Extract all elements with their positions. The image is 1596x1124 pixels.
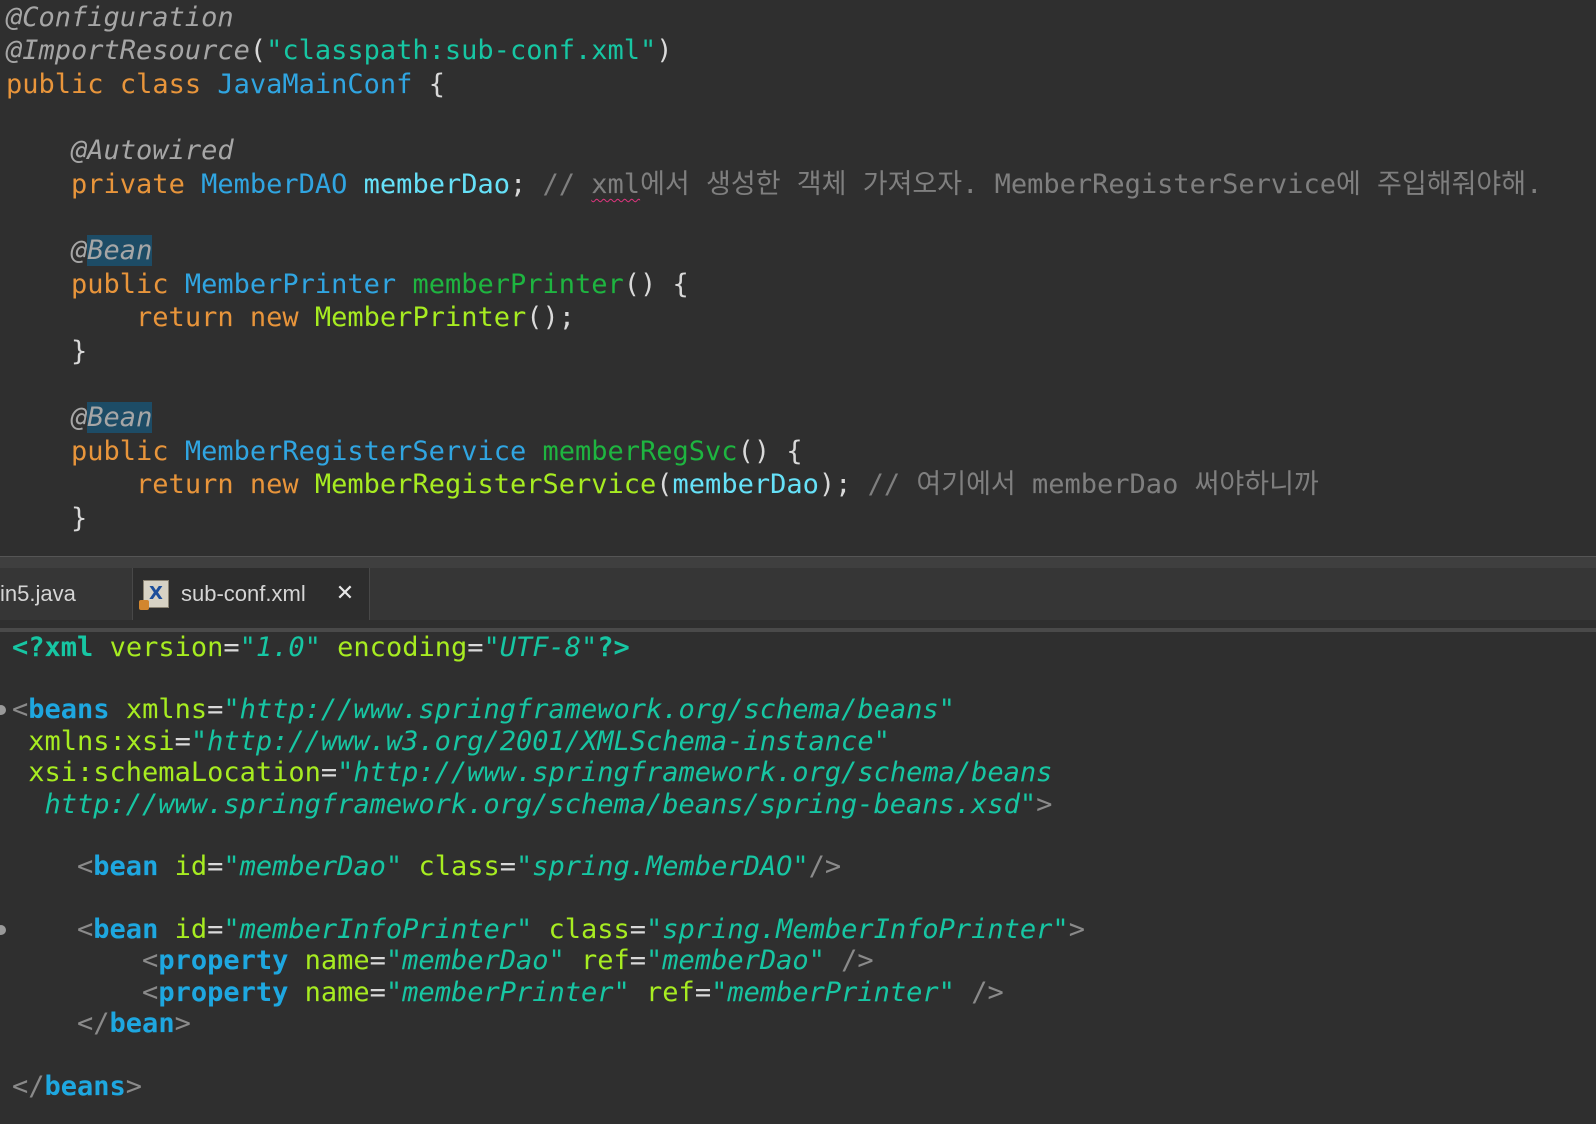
close-icon[interactable]: ✕ (333, 582, 357, 606)
code-line: <property name="memberPrinter" ref="memb… (142, 977, 1004, 1008)
spelling-squiggle: xml (591, 169, 641, 200)
tab-sub-conf-xml[interactable]: X sub-conf.xml ✕ (132, 568, 370, 620)
code-line: private MemberDAO memberDao; // xml에서 생성… (71, 169, 1543, 200)
code-line: public MemberRegisterService memberRegSv… (71, 436, 803, 467)
xml-file-icon: X (139, 580, 169, 610)
code-line: @Bean (71, 402, 153, 433)
method-name: memberPrinter (412, 269, 624, 300)
code-line: xsi:schemaLocation="http://www.springfra… (28, 757, 1053, 788)
code-line: <beans xmlns="http://www.springframework… (12, 694, 955, 725)
method-name: memberRegSvc (542, 436, 738, 467)
editor-tab-bar: in5.java X sub-conf.xml ✕ (0, 568, 1596, 620)
annotation: @ImportResource (6, 35, 250, 66)
code-line: @Autowired (6, 134, 234, 168)
code-line: return new MemberRegisterService(memberD… (136, 469, 1319, 500)
comment: // xml에서 생성한 객체 가져오자. MemberRegisterServ… (542, 169, 1543, 200)
tab-label: in5.java (0, 581, 76, 606)
annotation: @Autowired (71, 135, 234, 166)
annotation: @Configuration (6, 2, 234, 33)
java-editor-pane[interactable]: @Configuration @ImportResource("classpat… (0, 0, 1596, 567)
highlighted-annotation: Bean (87, 235, 153, 266)
highlighted-annotation: Bean (87, 402, 153, 433)
code-line: } (71, 503, 88, 534)
tab-label: sub-conf.xml (181, 581, 306, 606)
tab-java-file[interactable]: in5.java (0, 568, 130, 620)
code-line: @Bean (71, 235, 153, 266)
code-line: </bean> (77, 1008, 191, 1039)
fold-marker-icon[interactable] (0, 705, 6, 715)
code-line: @ImportResource("classpath:sub-conf.xml"… (6, 35, 673, 66)
code-line: public class JavaMainConf { (6, 69, 445, 100)
fold-marker-icon[interactable] (0, 925, 6, 935)
field-name: memberDao (363, 169, 510, 200)
code-line: return new MemberPrinter(); (136, 302, 576, 333)
code-line: public MemberPrinter memberPrinter() { (71, 269, 689, 300)
code-line: <bean id="memberInfoPrinter" class="spri… (77, 914, 1085, 945)
code-line: </beans> (12, 1071, 143, 1102)
code-line: @Configuration (6, 1, 234, 35)
code-line: http://www.springframework.org/schema/be… (44, 789, 1053, 820)
code-line: <bean id="memberDao" class="spring.Membe… (77, 851, 842, 882)
code-line: <property name="memberDao" ref="memberDa… (142, 945, 874, 976)
comment: // 여기에서 memberDao 써야하니까 (867, 469, 1319, 500)
code-line: <?xml version="1.0" encoding="UTF-8"?> (12, 632, 630, 663)
code-line: xmlns:xsi="http://www.w3.org/2001/XMLSch… (28, 726, 890, 757)
code-line: } (71, 336, 88, 367)
class-name: JavaMainConf (217, 69, 413, 100)
string-literal: "classpath:sub-conf.xml" (266, 35, 657, 66)
xml-editor-pane[interactable]: <?xml version="1.0" encoding="UTF-8"?> <… (0, 632, 1596, 1124)
